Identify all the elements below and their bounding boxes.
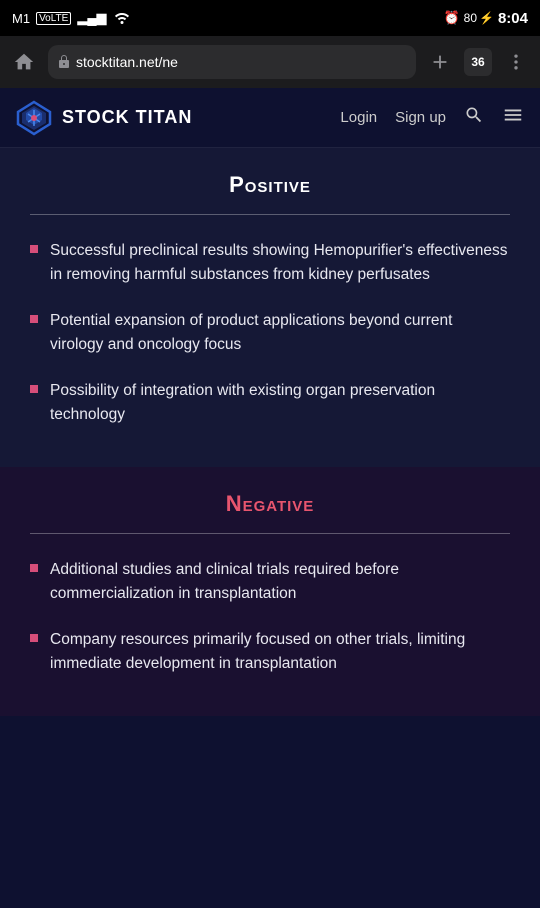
negative-item-2: Company resources primarily focused on o… [50, 628, 510, 676]
negative-item-1: Additional studies and clinical trials r… [50, 558, 510, 606]
negative-list: Additional studies and clinical trials r… [30, 558, 510, 676]
search-icon[interactable] [464, 105, 484, 130]
negative-section: Negative Additional studies and clinical… [0, 467, 540, 716]
list-item: Additional studies and clinical trials r… [30, 558, 510, 606]
browser-menu-button[interactable] [502, 48, 530, 76]
logo-area: STOCK TITAN [16, 100, 192, 136]
list-item: Company resources primarily focused on o… [30, 628, 510, 676]
status-right: ⏰ 80 ⚡ 8:04 [443, 10, 528, 27]
bullet-marker [30, 315, 38, 323]
list-item: Potential expansion of product applicati… [30, 309, 510, 357]
time-display: 8:04 [498, 10, 528, 27]
status-left: M1 VoLTE ▂▄▆ [12, 10, 131, 27]
positive-list: Successful preclinical results showing H… [30, 239, 510, 427]
main-content: Positive Successful preclinical results … [0, 148, 540, 716]
browser-chrome: stocktitan.net/ne 36 [0, 36, 540, 88]
volte-badge: VoLTE [36, 12, 71, 25]
lock-icon [58, 54, 70, 71]
browser-actions: 36 [426, 48, 530, 76]
alarm-icon: ⏰ [443, 10, 459, 26]
negative-title: Negative [30, 491, 510, 517]
bullet-marker [30, 634, 38, 642]
positive-title: Positive [30, 172, 510, 198]
negative-divider [30, 533, 510, 534]
hamburger-menu-icon[interactable] [502, 104, 524, 132]
bullet-marker [30, 564, 38, 572]
login-link[interactable]: Login [340, 109, 377, 126]
positive-divider [30, 214, 510, 215]
wifi-icon [113, 10, 131, 27]
url-bar[interactable]: stocktitan.net/ne [48, 45, 416, 79]
positive-item-1: Successful preclinical results showing H… [50, 239, 510, 287]
battery-level: 80 [464, 11, 477, 25]
bullet-marker [30, 385, 38, 393]
list-item: Possibility of integration with existing… [30, 379, 510, 427]
logo-icon [16, 100, 52, 136]
carrier-label: M1 [12, 11, 30, 26]
bullet-marker [30, 245, 38, 253]
status-bar: M1 VoLTE ▂▄▆ ⏰ 80 ⚡ 8:04 [0, 0, 540, 36]
positive-section: Positive Successful preclinical results … [0, 148, 540, 467]
positive-item-2: Potential expansion of product applicati… [50, 309, 510, 357]
tab-count-button[interactable]: 36 [464, 48, 492, 76]
new-tab-button[interactable] [426, 48, 454, 76]
positive-item-3: Possibility of integration with existing… [50, 379, 510, 427]
signup-link[interactable]: Sign up [395, 109, 446, 126]
signal-icon: ▂▄▆ [77, 10, 106, 26]
list-item: Successful preclinical results showing H… [30, 239, 510, 287]
header-nav: Login Sign up [340, 104, 524, 132]
site-header: STOCK TITAN Login Sign up [0, 88, 540, 148]
battery-indicator: 80 ⚡ [464, 11, 494, 25]
browser-home-button[interactable] [10, 48, 38, 76]
site-logo-text: STOCK TITAN [62, 107, 192, 128]
tab-count: 36 [471, 55, 484, 69]
url-text: stocktitan.net/ne [76, 54, 178, 70]
charging-icon: ⚡ [479, 11, 494, 25]
